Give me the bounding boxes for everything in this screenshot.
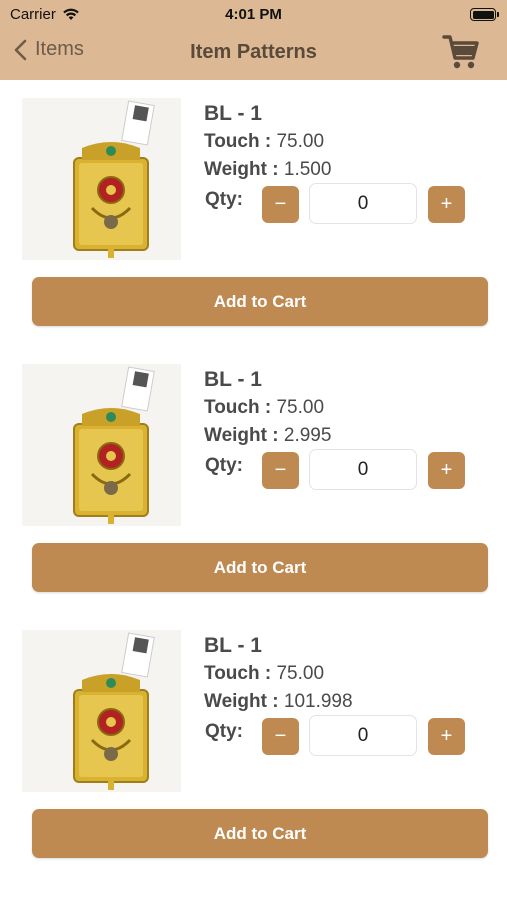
increment-button[interactable]: + <box>428 452 465 489</box>
touch-row: Touch : 75.00 <box>204 131 324 153</box>
page-title: Item Patterns <box>190 41 317 63</box>
product-name: BL - 1 <box>204 102 262 125</box>
touch-value: 75.00 <box>276 397 325 418</box>
product-image[interactable] <box>22 98 181 260</box>
weight-value: 2.995 <box>283 425 332 446</box>
product-card: BL - 1 Touch : 75.00 Weight : 2.995 Qty:… <box>0 346 507 592</box>
qty-label: Qty: <box>205 189 243 210</box>
increment-button[interactable]: + <box>428 186 465 223</box>
quantity-input[interactable] <box>309 449 417 490</box>
weight-row: Weight : 101.998 <box>204 691 353 713</box>
shopping-cart-icon <box>442 35 479 69</box>
add-to-cart-button[interactable]: Add to Cart <box>32 543 488 592</box>
decrement-button[interactable]: − <box>262 718 299 755</box>
increment-button[interactable]: + <box>428 718 465 755</box>
product-name: BL - 1 <box>204 368 262 391</box>
qty-label: Qty: <box>205 455 243 476</box>
cart-button[interactable] <box>442 33 480 71</box>
weight-label: Weight : <box>204 425 279 446</box>
weight-label: Weight : <box>204 691 279 712</box>
status-time: 4:01 PM <box>225 6 282 23</box>
navigation-header: Carrier 4:01 PM Items Item Patterns <box>0 0 507 80</box>
add-to-cart-button[interactable]: Add to Cart <box>32 809 488 858</box>
weight-row: Weight : 2.995 <box>204 425 331 447</box>
add-to-cart-button[interactable]: Add to Cart <box>32 277 488 326</box>
touch-value: 75.00 <box>276 131 325 152</box>
decrement-button[interactable]: − <box>262 452 299 489</box>
quantity-input[interactable] <box>309 715 417 756</box>
status-bar: Carrier 4:01 PM <box>0 0 507 28</box>
touch-value: 75.00 <box>276 663 325 684</box>
decrement-button[interactable]: − <box>262 186 299 223</box>
battery-icon <box>470 8 499 21</box>
quantity-input[interactable] <box>309 183 417 224</box>
touch-row: Touch : 75.00 <box>204 397 324 419</box>
qty-label: Qty: <box>205 721 243 742</box>
product-card: BL - 1 Touch : 75.00 Weight : 1.500 Qty:… <box>0 80 507 326</box>
pendant-image <box>22 630 181 792</box>
product-image[interactable] <box>22 630 181 792</box>
weight-value: 101.998 <box>283 691 353 712</box>
touch-row: Touch : 75.00 <box>204 663 324 685</box>
weight-label: Weight : <box>204 159 279 180</box>
touch-label: Touch : <box>204 663 272 684</box>
pendant-image <box>22 98 181 260</box>
touch-label: Touch : <box>204 131 272 152</box>
product-card: BL - 1 Touch : 75.00 Weight : 101.998 Qt… <box>0 612 507 858</box>
pendant-image <box>22 364 181 526</box>
product-image[interactable] <box>22 364 181 526</box>
weight-value: 1.500 <box>283 159 332 180</box>
product-name: BL - 1 <box>204 634 262 657</box>
weight-row: Weight : 1.500 <box>204 159 331 181</box>
touch-label: Touch : <box>204 397 272 418</box>
